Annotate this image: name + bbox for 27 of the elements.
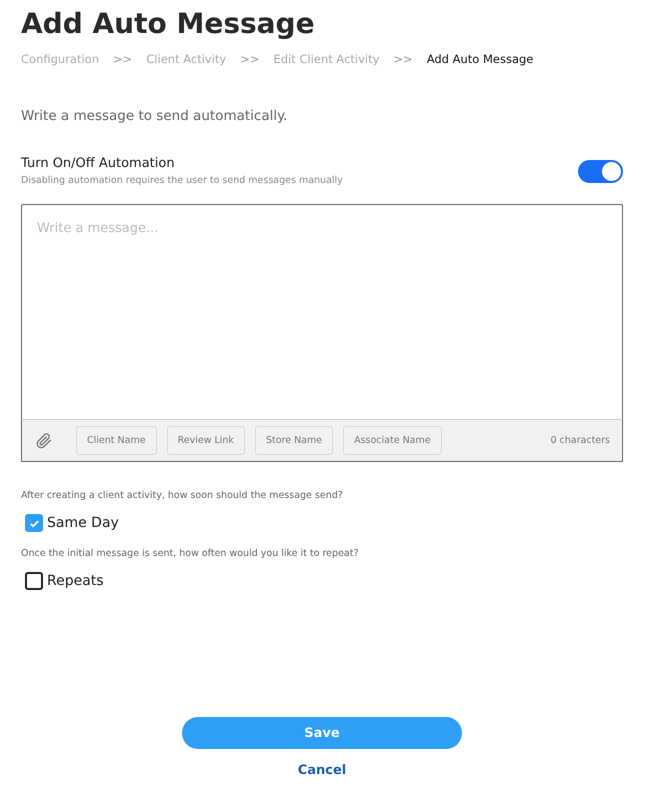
insert-tag-button[interactable]: Review Link (166, 426, 245, 455)
breadcrumb-link[interactable]: Configuration (21, 52, 99, 66)
message-field[interactable]: Write a message... (21, 204, 623, 419)
checkbox-label: Same Day (47, 515, 119, 531)
save-button[interactable]: Save (182, 717, 462, 749)
breadcrumb-separator: >> (240, 52, 260, 66)
paperclip-icon[interactable] (36, 432, 52, 448)
checkbox[interactable] (25, 572, 43, 590)
checkbox-label: Repeats (47, 573, 104, 589)
description-text: Write a message to send automatically. (21, 108, 288, 124)
breadcrumb-separator: >> (113, 52, 132, 66)
automation-toggle[interactable] (578, 160, 623, 182)
cancel-link[interactable]: Cancel (298, 763, 346, 778)
question-text: After creating a client activity, how soon should the message send? (21, 490, 344, 501)
breadcrumb-link[interactable]: Client Activity (146, 52, 226, 66)
breadcrumb-link[interactable]: Edit Client Activity (274, 52, 380, 66)
automation-label: Turn On/Off Automation (21, 156, 176, 171)
checkbox[interactable] (25, 514, 43, 532)
insert-tag-button[interactable]: Associate Name (343, 426, 442, 455)
insert-tag-button[interactable]: Client Name (76, 426, 157, 455)
breadcrumb-separator: >> (393, 52, 413, 66)
character-count: 0 characters (550, 435, 610, 446)
insert-tag-button[interactable]: Store Name (254, 426, 334, 455)
question-text: Once the initial message is sent, how often would you like it to repeat? (21, 548, 360, 559)
breadcrumb-link[interactable]: Add Auto Message (426, 52, 534, 66)
automation-hint: Disabling automation requires the user to send messages manually (21, 175, 343, 186)
page-title: Add Auto Message (21, 6, 316, 42)
